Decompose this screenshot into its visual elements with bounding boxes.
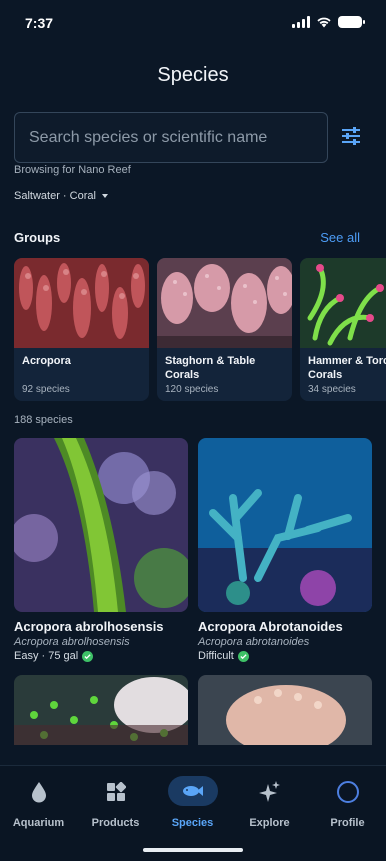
nav-profile[interactable]: Profile — [309, 780, 386, 829]
nav-label: Species — [171, 817, 214, 829]
battery-icon — [338, 16, 365, 28]
group-name: Acropora — [22, 355, 71, 367]
group-count: 34 species — [308, 384, 356, 395]
species-scientific-name: Acropora abrotanoides — [198, 636, 310, 648]
home-indicator — [143, 848, 243, 852]
status-bar: 7:37 — [0, 0, 386, 46]
group-name: Hammer & Torch Corals — [308, 355, 386, 381]
drop-icon — [0, 780, 77, 804]
nav-label: Aquarium — [12, 817, 65, 829]
category-filter[interactable]: Saltwater · Coral — [14, 190, 108, 202]
species-card[interactable]: Acropora Abrotanoides Acropora abrotanoi… — [198, 438, 372, 662]
group-card-staghorn[interactable]: Staghorn & Table Corals 120 species — [157, 258, 292, 401]
species-card[interactable]: Acropora abrolhosensis Acropora abrolhos… — [14, 438, 188, 662]
group-image-staghorn — [157, 258, 292, 348]
browsing-context: Browsing for Nano Reef — [14, 164, 131, 176]
wifi-icon — [317, 17, 331, 28]
species-care-level: Difficult — [198, 650, 234, 662]
fish-icon — [167, 775, 218, 806]
species-scientific-name: Acropora abrolhosensis — [14, 636, 130, 648]
see-all-link[interactable]: See all — [320, 230, 360, 245]
species-card-partial[interactable] — [198, 675, 372, 745]
species-image — [198, 438, 372, 612]
group-image-hammer — [300, 258, 386, 348]
species-name: Acropora Abrotanoides — [198, 619, 343, 634]
group-card-hammer[interactable]: Hammer & Torch Corals 34 species — [300, 258, 386, 401]
species-card-partial[interactable] — [14, 675, 188, 745]
search-input[interactable] — [29, 128, 327, 147]
groups-carousel[interactable]: Acropora 92 species Staghorn & Table Cor… — [14, 258, 386, 404]
group-name: Staghorn & Table Corals — [165, 355, 256, 381]
bottom-nav: Aquarium Products Species Explore Profil… — [0, 765, 386, 861]
verified-icon — [237, 650, 249, 662]
page-title: Species — [157, 64, 229, 86]
species-count: 188 species — [14, 414, 73, 426]
verified-icon — [82, 650, 94, 662]
sparkle-icon — [231, 780, 308, 804]
products-icon — [77, 780, 154, 804]
status-icons — [292, 16, 365, 28]
chevron-down-icon — [101, 194, 108, 198]
nav-products[interactable]: Products — [77, 780, 154, 829]
nav-aquarium[interactable]: Aquarium — [0, 780, 77, 829]
category-filter-label: Saltwater · Coral — [14, 190, 96, 202]
group-count: 92 species — [22, 384, 70, 395]
sliders-icon — [342, 127, 360, 145]
species-care-level: Easy · 75 gal — [14, 650, 79, 662]
nav-label: Profile — [330, 817, 365, 829]
nav-species-icon-wrap — [154, 775, 231, 806]
profile-icon — [309, 780, 386, 804]
species-meta: Difficult — [198, 650, 372, 662]
group-count: 120 species — [165, 384, 219, 395]
species-name: Acropora abrolhosensis — [14, 619, 164, 634]
nav-species[interactable]: Species — [154, 775, 231, 829]
species-meta: Easy · 75 gal — [14, 650, 188, 662]
group-image-acropora — [14, 258, 149, 348]
search-field[interactable] — [14, 112, 328, 163]
filter-button[interactable] — [336, 120, 366, 150]
status-time: 7:37 — [25, 15, 54, 31]
signal-icon — [292, 16, 310, 28]
nav-label: Products — [91, 817, 140, 829]
nav-label: Explore — [249, 817, 290, 829]
species-image — [14, 438, 188, 612]
nav-explore[interactable]: Explore — [231, 780, 308, 829]
groups-heading: Groups — [14, 230, 61, 245]
group-card-acropora[interactable]: Acropora 92 species — [14, 258, 149, 401]
